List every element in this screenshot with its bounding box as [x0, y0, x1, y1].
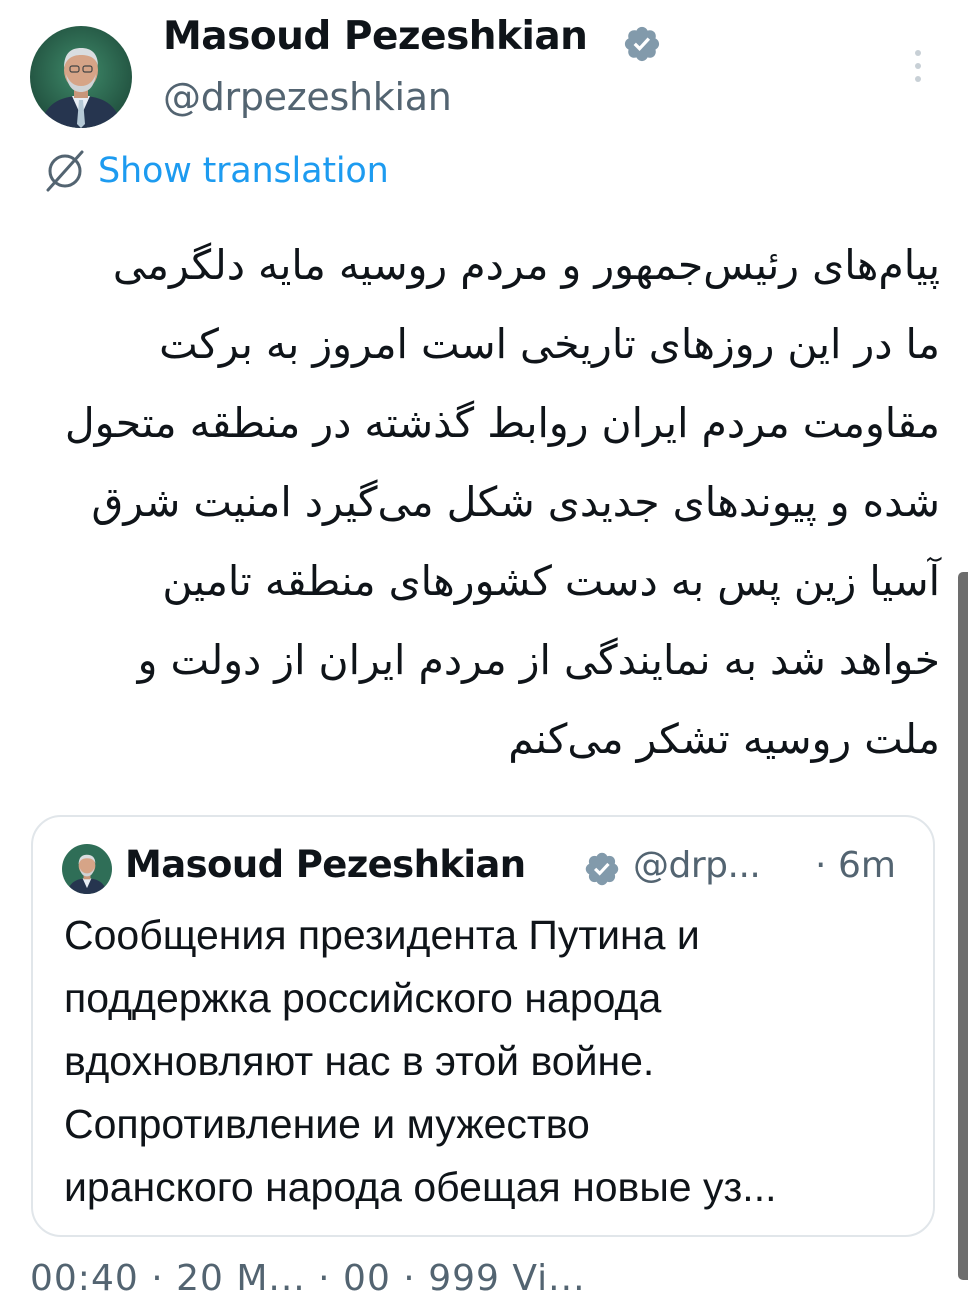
person-portrait-icon: [62, 844, 112, 894]
person-portrait-icon: [30, 26, 132, 128]
show-translation-link[interactable]: Show translation: [40, 145, 389, 197]
author-handle[interactable]: @drpezeshkian: [163, 75, 452, 119]
author-avatar[interactable]: [30, 26, 132, 128]
quoted-author-display-name[interactable]: Masoud Pezeshkian: [125, 843, 526, 886]
scrollbar[interactable]: [958, 572, 968, 1280]
quoted-text-line: иранского народа обещая новые уз...: [64, 1164, 777, 1210]
vertical-ellipsis-icon: [915, 50, 921, 82]
tweet: Masoud Pezeshkian @drpezeshkian Show tra…: [0, 0, 968, 1299]
quoted-author-handle[interactable]: @drp...: [633, 845, 761, 886]
tweet-body-line: شده و پیوندهای جدیدی شکل می‌گیرد امنیت ش…: [91, 478, 940, 526]
tweet-body-line: مقاومت مردم ایران روابط گذشته در منطقه م…: [64, 399, 940, 447]
show-translation-label: Show translation: [98, 151, 389, 191]
tweet-meta-footer[interactable]: 00:40 · 20 M... · 00 · 999 Vi...: [30, 1258, 586, 1299]
tweet-body-line: ما در این روزهای تاریخی است امروز به برک…: [159, 320, 940, 368]
quoted-tweet-card[interactable]: Masoud Pezeshkian @drp... · 6m Сообщения…: [31, 815, 935, 1237]
tweet-body-line: پیام‌های رئیس‌جمهور و مردم روسیه مایه دل…: [112, 241, 940, 289]
author-display-name[interactable]: Masoud Pezeshkian: [163, 14, 588, 59]
quoted-tweet-timestamp[interactable]: 6m: [838, 845, 896, 886]
more-options-button[interactable]: [898, 44, 938, 90]
quoted-text-line: Сообщения президента Путина и: [64, 912, 700, 958]
meta-separator: ·: [815, 845, 827, 886]
quoted-text-line: поддержка российского народа: [64, 975, 662, 1021]
quoted-author-avatar[interactable]: [62, 844, 112, 894]
verified-badge-icon: [622, 24, 662, 64]
tweet-body-line: ملت روسیه تشکر می‌کنم: [508, 715, 940, 763]
quoted-text-line: вдохновляют нас в этой войне.: [64, 1038, 655, 1084]
globe-translate-icon: [40, 146, 90, 196]
tweet-body-line: آسیا زین پس به دست کشورهای منطقه تامین: [162, 557, 940, 605]
quoted-tweet-text: Сообщения президента Путина и поддержка …: [64, 904, 914, 1219]
tweet-body: پیام‌های رئیس‌جمهور و مردم روسیه مایه دل…: [34, 226, 940, 779]
quoted-text-line: Сопротивление и мужество: [64, 1101, 590, 1147]
tweet-body-line: خواهد شد به نمایندگی از مردم ایران از دو…: [137, 636, 940, 684]
verified-badge-icon: [583, 850, 621, 888]
